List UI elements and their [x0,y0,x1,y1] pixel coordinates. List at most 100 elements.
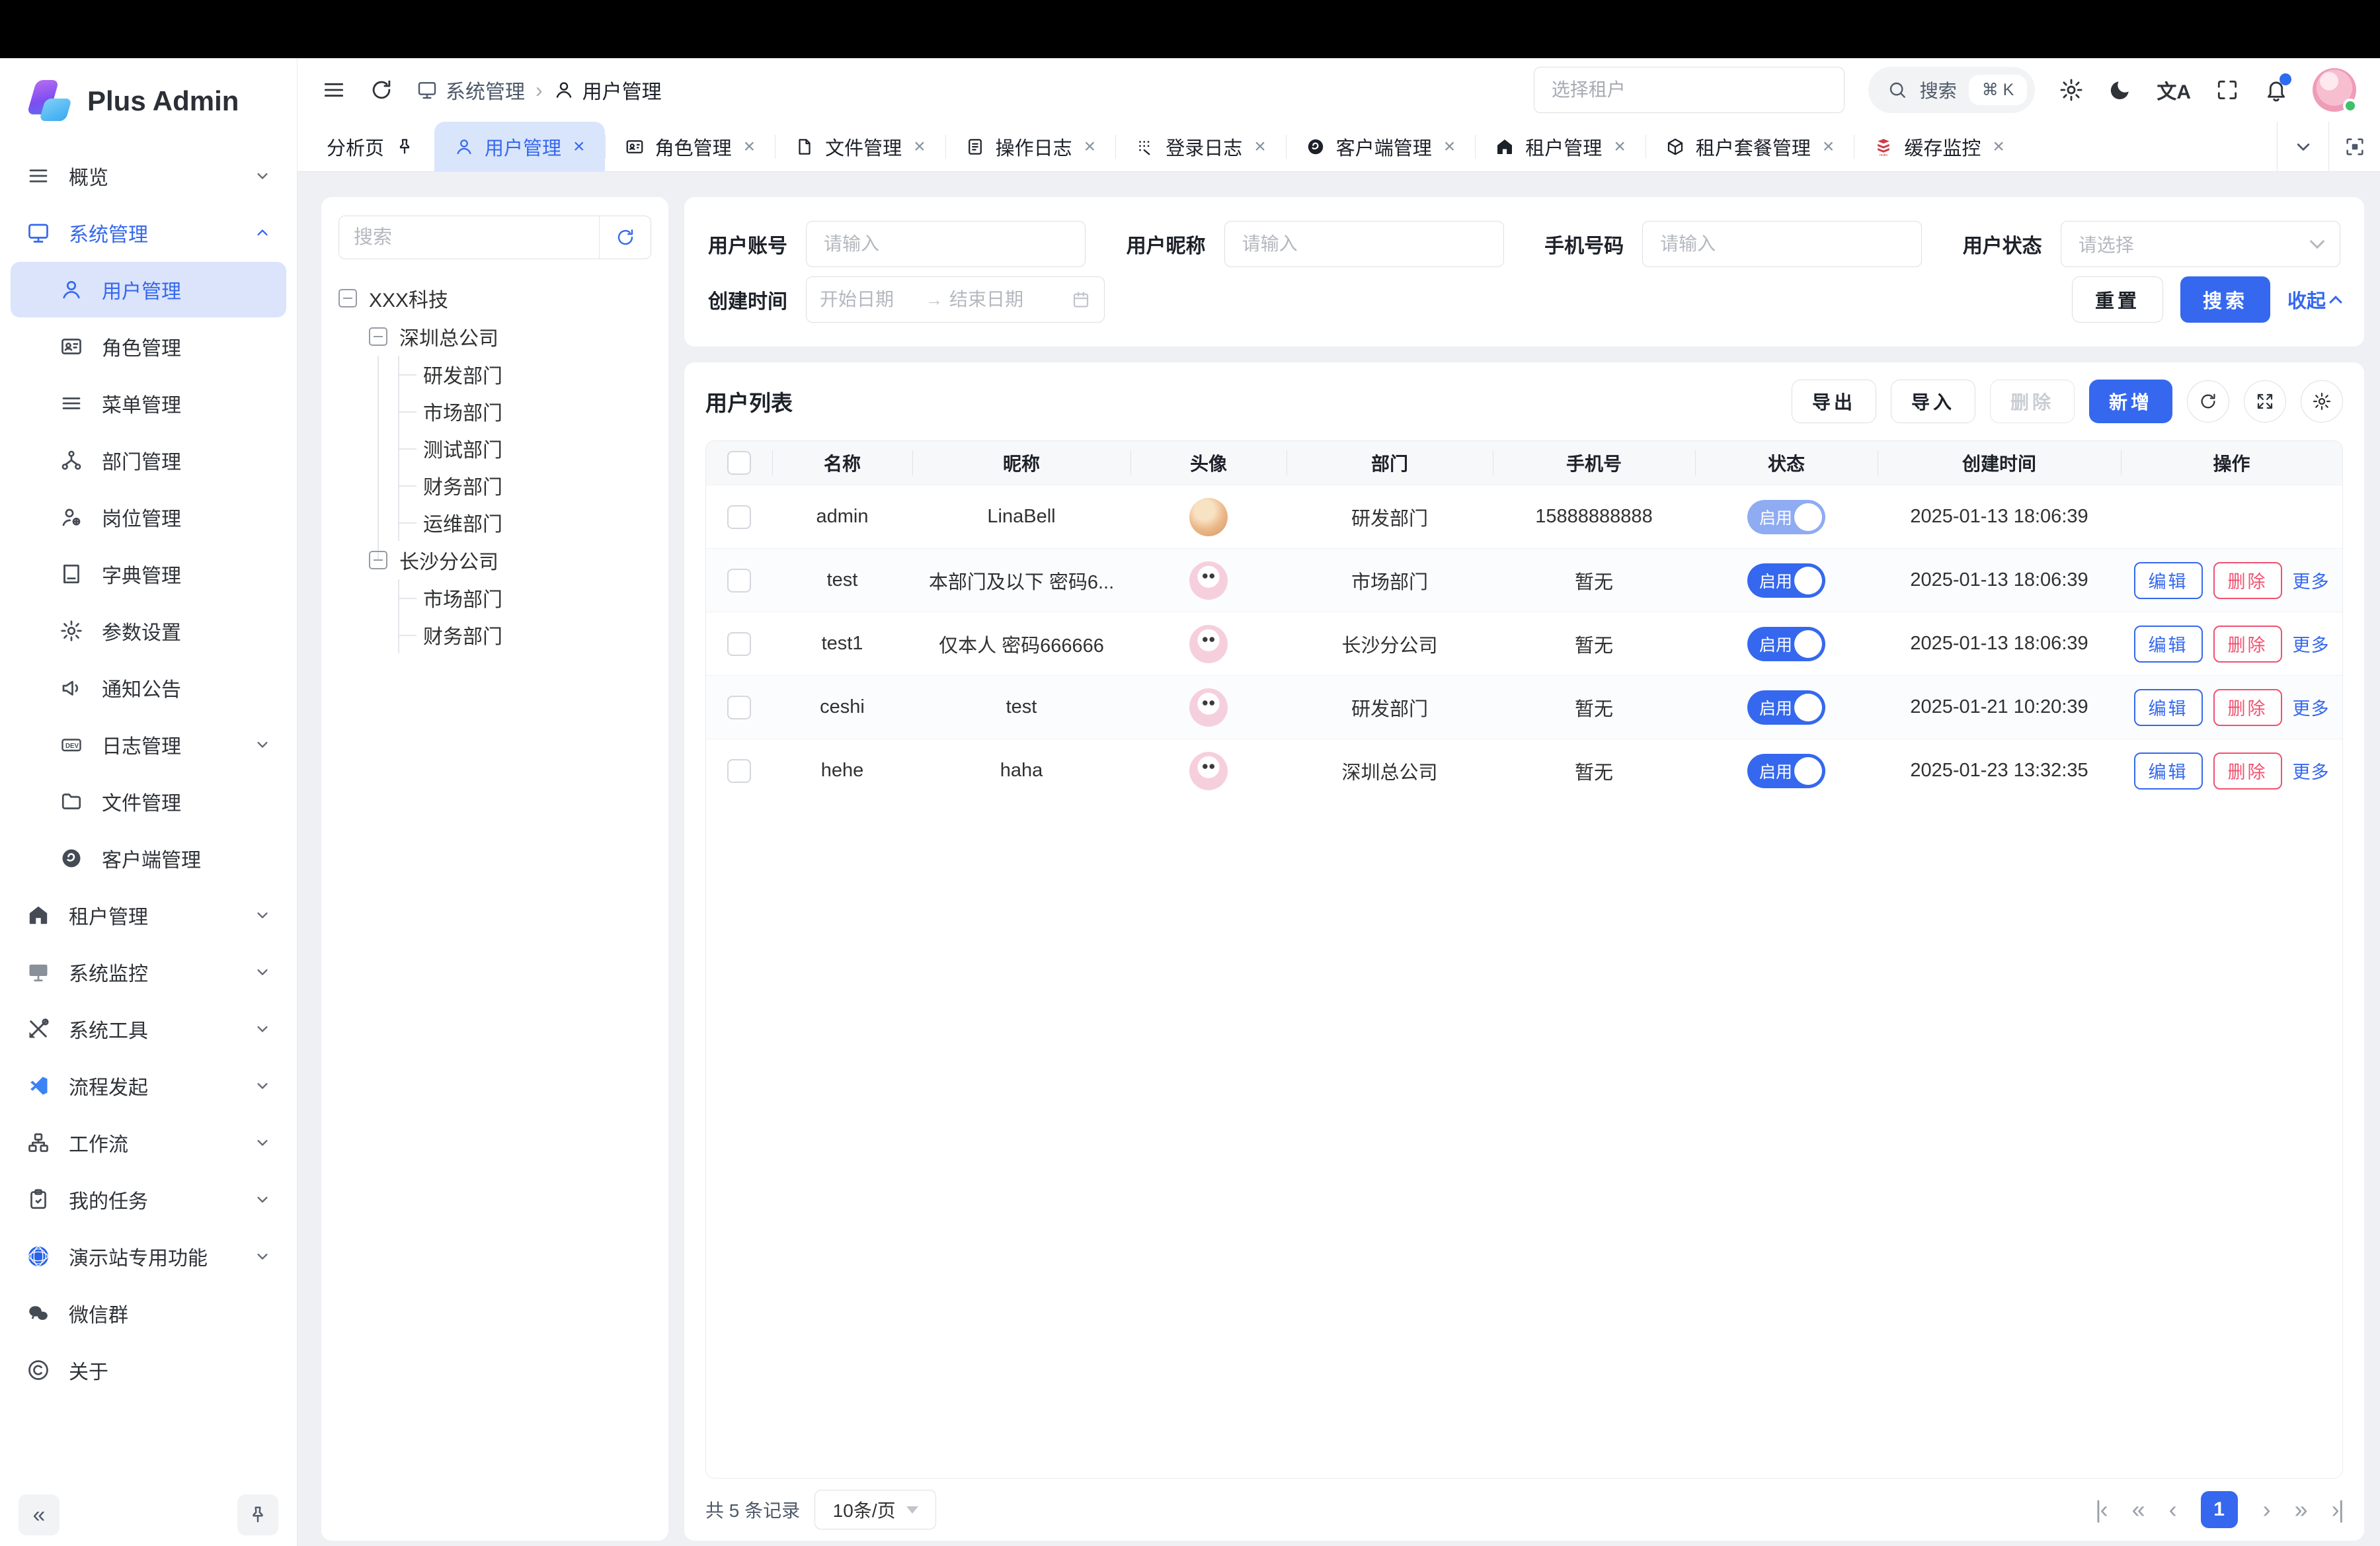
sidebar-item-file-management[interactable]: 文件管理 [11,774,286,829]
sidebar-item-dict-management[interactable]: 字典管理 [11,546,286,602]
nickname-input[interactable] [1224,221,1504,267]
row-delete-button[interactable]: 删除 [2213,689,2282,726]
close-icon[interactable]: × [1084,136,1096,158]
sidebar-item-system-monitor[interactable]: 系统监控 [11,944,286,1000]
sidebar-item-demo-features[interactable]: 演示站专用功能 [11,1229,286,1284]
tree-node-root[interactable]: XXX科技 [338,279,651,317]
tree-node-leaf[interactable]: 运维部门 [399,504,651,541]
status-select[interactable]: 请选择 [2061,221,2340,267]
content-fullscreen-button[interactable] [2328,122,2380,171]
close-icon[interactable]: × [1444,136,1456,158]
tree-search-input[interactable] [339,216,599,259]
tab-user-management[interactable]: 用户管理 × [434,122,605,171]
add-button[interactable]: 新增 [2089,380,2172,423]
sidebar-item-menu-management[interactable]: 菜单管理 [11,376,286,431]
close-icon[interactable]: × [1993,136,2004,158]
sidebar-item-log-management[interactable]: DEV 日志管理 [11,717,286,772]
status-toggle[interactable]: 启用 [1747,754,1825,788]
more-button[interactable]: 更多 [2293,567,2330,593]
date-range-picker[interactable]: → [806,276,1105,323]
tab-cache-monitor[interactable]: redis 缓存监控 × [1854,122,2024,171]
phone-input[interactable] [1642,221,1922,267]
tree-node-leaf[interactable]: 市场部门 [399,579,651,616]
pin-icon[interactable] [395,137,415,157]
fast-next-button[interactable]: » [2295,1496,2307,1524]
next-page-button[interactable]: › [2263,1496,2270,1524]
tree-node-leaf[interactable]: 研发部门 [399,356,651,393]
tree-expander-icon[interactable] [369,551,387,569]
close-icon[interactable]: × [1823,136,1835,158]
close-icon[interactable]: × [1254,136,1266,158]
account-input[interactable] [806,221,1086,267]
tab-login-log[interactable]: 登录日志 × [1115,122,1286,171]
sidebar-item-user-management[interactable]: 用户管理 [11,262,286,317]
row-delete-button[interactable]: 删除 [2213,626,2282,663]
table-refresh-button[interactable] [2187,380,2229,423]
status-toggle[interactable]: 启用 [1747,500,1825,534]
sidebar-item-my-tasks[interactable]: 我的任务 [11,1172,286,1227]
last-page-button[interactable]: ›| [2332,1496,2343,1524]
close-icon[interactable]: × [1614,136,1626,158]
select-all-checkbox[interactable] [727,451,751,475]
sidebar-item-wechat-group[interactable]: 微信群 [11,1285,286,1341]
edit-button[interactable]: 编辑 [2134,562,2203,599]
status-toggle[interactable]: 启用 [1747,627,1825,661]
row-checkbox[interactable] [727,759,751,783]
search-button[interactable]: 搜索 [2180,276,2270,323]
tab-file-management[interactable]: 文件管理 × [775,122,945,171]
close-icon[interactable]: × [573,136,585,158]
tree-node-leaf[interactable]: 市场部门 [399,393,651,430]
tree-expander-icon[interactable] [338,289,357,307]
tab-client-management[interactable]: 客户端管理 × [1286,122,1476,171]
tab-list-dropdown-button[interactable] [2277,122,2328,171]
more-button[interactable]: 更多 [2293,758,2330,784]
tab-role-management[interactable]: 角色管理 × [605,122,775,171]
global-search-button[interactable]: 搜索 ⌘ K [1868,67,2036,113]
sidebar-item-notice[interactable]: 通知公告 [11,660,286,715]
app-logo[interactable]: Plus Admin [0,58,297,144]
more-button[interactable]: 更多 [2293,694,2330,720]
table-fullscreen-button[interactable] [2244,380,2286,423]
current-page-button[interactable]: 1 [2201,1491,2238,1528]
edit-button[interactable]: 编辑 [2134,753,2203,790]
tree-expander-icon[interactable] [369,327,387,346]
sidebar-item-system-management[interactable]: 系统管理 [11,205,286,261]
tab-tenant-package[interactable]: 租户套餐管理 × [1646,122,1854,171]
first-page-button[interactable]: |‹ [2095,1496,2106,1524]
page-size-select[interactable]: 10条/页 [814,1490,936,1529]
status-toggle[interactable]: 启用 [1747,563,1825,598]
delete-button[interactable]: 删除 [1990,380,2075,423]
tenant-select-input[interactable] [1534,67,1844,113]
row-checkbox[interactable] [727,569,751,592]
tree-node-branch[interactable]: 长沙分公司 [369,541,651,579]
sidebar-item-system-tools[interactable]: 系统工具 [11,1001,286,1057]
tree-node-branch[interactable]: 深圳总公司 [369,317,651,356]
tab-analysis[interactable]: 分析页 [307,122,434,171]
translate-icon[interactable]: 文A [2157,75,2191,104]
export-button[interactable]: 导出 [1792,380,1876,423]
sidebar-item-client-management[interactable]: 客户端管理 [11,831,286,886]
sidebar-item-workflow[interactable]: 工作流 [11,1115,286,1170]
sidebar-item-post-management[interactable]: 岗位管理 [11,489,286,545]
sidebar-item-department-management[interactable]: 部门管理 [11,432,286,488]
table-settings-button[interactable] [2301,380,2343,423]
collapse-filters-link[interactable]: 收起 [2287,286,2340,313]
import-button[interactable]: 导入 [1891,380,1975,423]
breadcrumb-item-user[interactable]: 用户管理 [553,75,662,104]
dark-mode-moon-icon[interactable] [2108,77,2133,102]
tree-refresh-button[interactable] [599,216,651,259]
tree-node-leaf[interactable]: 财务部门 [399,616,651,653]
prev-page-button[interactable]: ‹ [2169,1496,2176,1524]
fullscreen-icon[interactable] [2215,77,2240,102]
sidebar-item-overview[interactable]: 概览 [11,148,286,204]
edit-button[interactable]: 编辑 [2134,689,2203,726]
notification-bell-icon[interactable] [2264,77,2289,102]
sidebar-item-tenant-management[interactable]: 租户管理 [11,887,286,943]
sidebar-collapse-button[interactable]: « [19,1494,60,1535]
end-date-input[interactable] [949,289,1049,310]
more-button[interactable]: 更多 [2293,631,2330,657]
edit-button[interactable]: 编辑 [2134,626,2203,663]
tree-node-leaf[interactable]: 财务部门 [399,467,651,504]
fast-prev-button[interactable]: « [2132,1496,2144,1524]
close-icon[interactable]: × [914,136,926,158]
